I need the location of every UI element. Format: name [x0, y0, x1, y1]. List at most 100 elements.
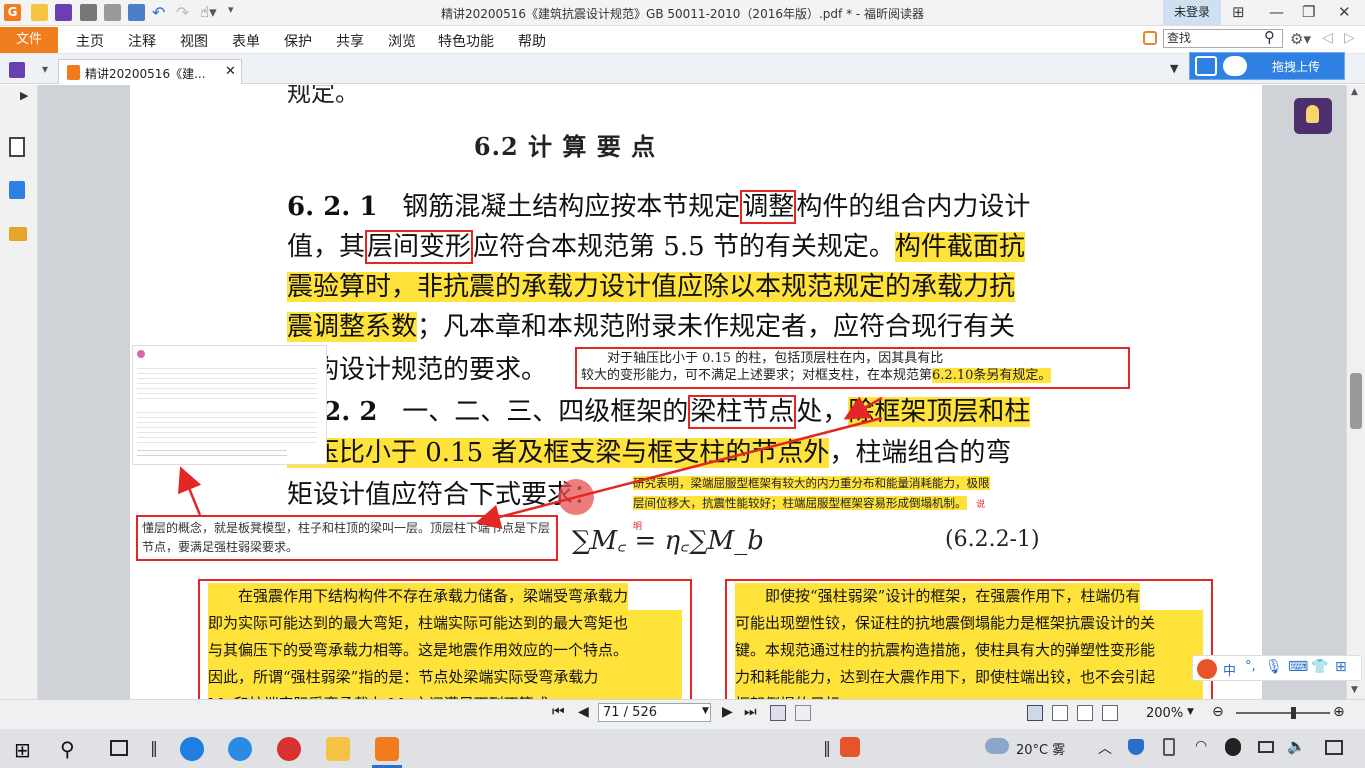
note-line: 与其偏压下的受弯承载力相等。这是地震作用效应的一个特点。 — [208, 637, 682, 664]
grid-icon[interactable]: ⊞ — [1232, 3, 1245, 21]
lightbulb-glyph — [1306, 105, 1319, 123]
back-arrow-icon[interactable]: ◁ — [1322, 30, 1333, 46]
tray-divider: ‖ — [823, 738, 831, 757]
file-menu[interactable]: 文件 — [0, 27, 58, 53]
sogou-tray-icon[interactable] — [840, 737, 860, 757]
single-page-view-icon[interactable] — [1027, 705, 1043, 721]
task-view-icon[interactable] — [110, 740, 128, 756]
last-page-icon[interactable]: ⏭ — [744, 704, 757, 720]
menu-comment[interactable]: 注释 — [128, 31, 156, 51]
arrow-to-floor-note — [475, 416, 883, 530]
tab-list-arrow-icon[interactable]: ▾ — [42, 62, 48, 76]
first-page-icon[interactable]: ⏮ — [552, 704, 565, 720]
ime-menu-icon[interactable]: ⊞ — [1335, 659, 1347, 675]
zoom-slider-thumb[interactable] — [1291, 707, 1296, 719]
zoom-level[interactable]: 200% — [1146, 706, 1183, 721]
menu-view[interactable]: 视图 — [180, 31, 208, 51]
menu-form[interactable]: 表单 — [232, 31, 260, 51]
find-options-icon[interactable] — [1143, 31, 1157, 45]
zoom-out-icon[interactable]: ⊖ — [1212, 704, 1224, 720]
note-line: 在强震作用下结构构件不存在承载力储备，梁端受弯承载力 — [208, 583, 629, 610]
security-shield-icon[interactable] — [1128, 739, 1144, 755]
reflow-icon[interactable] — [795, 705, 811, 721]
taskbar-divider: ‖ — [150, 738, 158, 757]
ime-keyboard-icon[interactable]: ⌨ — [1288, 659, 1308, 675]
zoom-dropdown-icon[interactable]: ▼ — [1187, 707, 1194, 717]
foxit-taskbar-icon[interactable] — [375, 737, 399, 761]
scroll-down-icon[interactable]: ▼ — [1351, 685, 1358, 695]
notification-center-icon[interactable] — [1325, 740, 1343, 755]
settings-gear-icon[interactable]: ⚙▾ — [1290, 30, 1311, 48]
layers-icon[interactable] — [9, 181, 25, 199]
login-button[interactable]: 未登录 — [1163, 0, 1221, 25]
comments-icon[interactable] — [9, 227, 27, 241]
facing-view-icon[interactable] — [1077, 705, 1093, 721]
tray-expand-icon[interactable]: ︿ — [1098, 738, 1112, 758]
customize-arrow-icon[interactable]: ▾ — [228, 3, 234, 16]
battery-icon[interactable] — [1258, 741, 1274, 753]
upload-panel[interactable]: 拖拽上传 — [1189, 52, 1345, 80]
edit-pdf-icon[interactable] — [9, 62, 25, 78]
search-icon[interactable]: ⚲ — [1264, 28, 1275, 46]
note-line: 因此，所谓“强柱弱梁”指的是：节点处梁端实际受弯承载力 — [208, 664, 682, 691]
tips-lightbulb-icon[interactable] — [1294, 98, 1332, 134]
continuous-view-icon[interactable] — [1052, 705, 1068, 721]
document-tab[interactable]: 精讲20200516《建... ✕ — [58, 59, 242, 84]
minimize-button[interactable]: — — [1269, 3, 1284, 21]
scroll-thumb[interactable] — [1350, 373, 1362, 429]
strong-column-note[interactable]: 在强震作用下结构构件不存在承载力储备，梁端受弯承载力 即为实际可能达到的最大弯矩… — [198, 579, 692, 699]
vertical-scrollbar[interactable]: ▲ ▼ — [1346, 85, 1365, 699]
zoom-in-icon[interactable]: ⊕ — [1333, 704, 1345, 720]
tab-overflow-icon[interactable]: ▼ — [1170, 62, 1178, 75]
ime-punct-icon[interactable]: °, — [1245, 659, 1256, 674]
file-explorer-icon[interactable] — [326, 737, 350, 761]
menu-features[interactable]: 特色功能 — [438, 31, 494, 51]
arrow-to-axial-note — [843, 396, 883, 420]
page-number-input[interactable]: 71 / 526 — [598, 703, 711, 722]
scroll-up-icon[interactable]: ▲ — [1351, 87, 1358, 97]
forward-arrow-icon[interactable]: ▷ — [1344, 30, 1355, 46]
ime-voice-icon[interactable]: 🎙 — [1265, 659, 1283, 675]
foxit-logo-icon[interactable]: G — [4, 4, 21, 21]
ime-toolbar[interactable]: 中 °, 🎙 ⌨ 👕 ⊞ — [1192, 655, 1362, 681]
qq-icon[interactable] — [1225, 738, 1241, 756]
ime-chinese-mode-icon[interactable]: 中 — [1223, 660, 1236, 679]
restore-button[interactable]: ❐ — [1302, 3, 1315, 21]
email-icon[interactable] — [104, 4, 121, 21]
continuous-facing-icon[interactable] — [1102, 705, 1118, 721]
expand-panel-icon[interactable]: ▶ — [20, 89, 28, 102]
menu-help[interactable]: 帮助 — [518, 31, 546, 51]
weather-text[interactable]: 20°C 雾 — [1016, 739, 1065, 758]
xiuxiu-app-icon[interactable] — [277, 737, 301, 761]
search-taskbar-icon[interactable]: ⚲ — [60, 737, 75, 761]
tab-close-icon[interactable]: ✕ — [225, 64, 236, 79]
redo-icon[interactable]: ↷ — [176, 3, 189, 22]
print-icon[interactable] — [80, 4, 97, 21]
open-folder-icon[interactable] — [31, 4, 48, 21]
zoom-slider[interactable] — [1236, 712, 1330, 714]
sogou-browser-icon[interactable] — [180, 737, 204, 761]
hand-tool-icon[interactable]: ☝▾ — [200, 3, 217, 21]
save-icon[interactable] — [55, 4, 72, 21]
menu-home[interactable]: 主页 — [76, 31, 104, 51]
reading-mode-icon[interactable] — [770, 705, 786, 721]
next-page-icon[interactable]: ▶ — [722, 704, 733, 720]
page-thumbnail-icon[interactable] — [9, 137, 25, 157]
note-line: Mᵦ 和柱端实际受弯承载力 M꜀ 之间满足下列不等式 — [208, 691, 682, 699]
network-wifi-icon[interactable]: ◠ — [1195, 738, 1207, 754]
plastic-hinge-note[interactable]: 即使按“强柱弱梁”设计的框架，在强震作用下，柱端仍有 可能出现塑性铰，保证柱的抗… — [725, 579, 1213, 699]
properties-icon[interactable] — [128, 4, 145, 21]
undo-icon[interactable]: ↶ — [152, 3, 165, 22]
close-button[interactable]: ✕ — [1338, 3, 1351, 21]
menu-protect[interactable]: 保护 — [284, 31, 312, 51]
sogou-logo-icon[interactable] — [1197, 659, 1217, 679]
start-windows-icon[interactable]: ⊞ — [14, 738, 31, 762]
page-dropdown-icon[interactable]: ▼ — [702, 706, 709, 716]
volume-icon[interactable]: 🔈 — [1287, 737, 1306, 755]
usb-device-icon[interactable] — [1163, 738, 1175, 756]
ie-browser-icon[interactable] — [228, 737, 252, 761]
menu-share[interactable]: 共享 — [336, 31, 364, 51]
prev-page-icon[interactable]: ◀ — [578, 704, 589, 720]
ime-skin-icon[interactable]: 👕 — [1311, 659, 1328, 675]
menu-browse[interactable]: 浏览 — [388, 31, 416, 51]
